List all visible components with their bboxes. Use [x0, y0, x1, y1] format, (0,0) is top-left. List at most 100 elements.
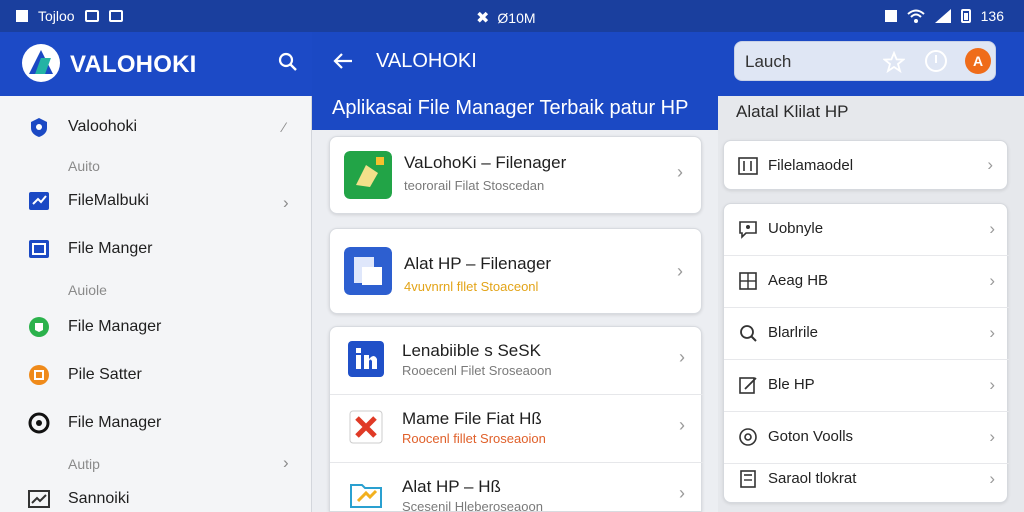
sidebar-item-label: FileMalbuki: [68, 192, 149, 209]
sidebar-item-file-manager[interactable]: File Manager: [0, 308, 312, 348]
app-card-title: Alat HP – Filenager: [404, 254, 552, 273]
tool-item[interactable]: Aeag HB ›: [724, 256, 1009, 308]
chevron-right-icon: ›: [989, 323, 995, 342]
list-item-title: Lenabiible s SeSK: [402, 341, 541, 360]
mute-icon: ✖: [476, 10, 490, 27]
chevron-right-icon: ›: [679, 415, 685, 435]
app-card-subtitle: teororail Filat Stoscedan: [404, 178, 545, 193]
favorite-icon[interactable]: [883, 51, 905, 73]
message-icon: [84, 10, 99, 22]
at-icon: [739, 428, 757, 446]
section-title: Aplikasai File Manager Terbaik patur HP: [332, 97, 689, 119]
status-bar: Tojloo ✖ Ø10M 136: [0, 0, 1024, 32]
list-item-title: Mame File Fiat Hß: [402, 409, 542, 428]
sidebar-section-label: Auito: [68, 158, 100, 174]
chevron-right-icon: ›: [283, 193, 289, 212]
section-header: Aplikasai File Manager Terbaik patur HP: [312, 96, 718, 130]
avatar[interactable]: A: [965, 48, 991, 74]
sidebar-item-label: File Manager: [68, 318, 162, 335]
list-item[interactable]: Alat HP – Hß Scesenil Hleberoseaoon ›: [330, 463, 703, 512]
logo-icon: [22, 44, 60, 82]
sidebar-item-label: Pile Satter: [68, 366, 142, 383]
history-icon[interactable]: [925, 50, 947, 72]
chevron-right-icon: ›: [989, 375, 995, 394]
tool-item[interactable]: Uobnyle ›: [724, 204, 1009, 256]
status-left-label: Tojloo: [38, 8, 75, 24]
orange-badge-icon: [29, 365, 49, 385]
photo-icon: [16, 10, 28, 22]
ring-icon: [28, 412, 50, 434]
tool-item[interactable]: Saraol tlokrat ›: [724, 454, 1009, 506]
list-item-subtitle: Scesenil Hleberoseaoon: [402, 499, 543, 512]
sidebar-item-pile-satter[interactable]: Pile Satter: [0, 356, 312, 396]
page-title: VALOHOKI: [376, 50, 477, 72]
green-file-icon: [344, 151, 392, 199]
app-card[interactable]: Alat HP – Filenager 4vuvnrnl fllet Stoac…: [329, 228, 702, 314]
gallery-icon: [108, 10, 123, 22]
sidebar-item-sannoiki[interactable]: Sannoiki: [0, 480, 312, 512]
chevron-right-icon[interactable]: ›: [283, 453, 289, 473]
shield-icon: [31, 118, 47, 137]
green-badge-icon: [29, 317, 49, 337]
sidebar-item-file-manger[interactable]: File Manger: [0, 230, 312, 270]
chevron-right-icon: ›: [677, 162, 683, 182]
grid-icon: [739, 272, 757, 290]
right-panel-title: Alatal Klilat HP: [736, 102, 849, 121]
calculator-icon: [740, 470, 756, 488]
tool-item-filelamaodel[interactable]: Filelamaodel ›: [723, 140, 1008, 190]
chevron-right-icon: ›: [679, 483, 685, 503]
tool-item-label: Saraol tlokrat: [768, 470, 857, 487]
sidebar-item-valoohoki[interactable]: Valoohoki ⁄: [0, 108, 312, 148]
brand-title: VALOHOKI: [70, 51, 197, 78]
sidebar-item-label: File Manager: [68, 414, 162, 431]
chevron-right-icon: ›: [989, 271, 995, 290]
linkedin-icon: [348, 341, 384, 377]
tool-item[interactable]: Blarlrile ›: [724, 308, 1009, 360]
sidebar-item-label: File Manger: [68, 240, 153, 257]
folder-icon: [29, 240, 49, 258]
tool-item-label: Blarlrile: [768, 324, 819, 341]
tool-item-label: Filelamaodel: [768, 157, 854, 174]
folder-icon: [350, 484, 382, 508]
back-arrow-icon[interactable]: [332, 50, 354, 72]
signal-icon: [934, 9, 951, 23]
tool-item-label: Ble HP: [768, 376, 815, 393]
notification-icon: [884, 10, 897, 22]
sidebar-item-file-manager-2[interactable]: File Manager: [0, 404, 312, 444]
tool-item-label: Uobnyle: [768, 220, 824, 237]
tool-item-label: Aeag HB: [768, 272, 829, 289]
edit-icon: [739, 377, 757, 394]
app-card-subtitle: 4vuvnrnl fllet Stoaceonl: [404, 279, 539, 294]
file-icon: [29, 192, 49, 210]
sidebar: Valoohoki ⁄ Auito FileMalbuki › File Man…: [0, 96, 312, 512]
chat-icon: [739, 221, 757, 239]
sliders-icon: [738, 157, 758, 175]
app-group: Lenabiible s SeSK Rooecenl Filet Sroseao…: [329, 326, 703, 512]
list-item[interactable]: Lenabiible s SeSK Rooecenl Filet Sroseao…: [330, 327, 703, 395]
sidebar-section-label: Auiole: [68, 282, 107, 298]
edit-icon: ⁄: [283, 119, 286, 135]
list-item-subtitle: Rooecenl Filet Sroseaoon: [402, 363, 552, 378]
sidebar-item-filemalbuki[interactable]: FileMalbuki ›: [0, 182, 312, 222]
search-box[interactable]: A: [734, 41, 996, 81]
chevron-right-icon: ›: [989, 427, 995, 446]
chevron-right-icon: ›: [677, 261, 683, 281]
chevron-right-icon: ›: [989, 219, 995, 238]
tools-list: Uobnyle › Aeag HB › Blarlrile › Ble HP ›…: [723, 203, 1009, 506]
chevron-right-icon: ›: [679, 347, 685, 367]
status-right-label: 136: [980, 8, 1004, 24]
chevron-right-icon: ›: [989, 469, 995, 488]
close-box-icon: [349, 410, 383, 444]
app-card[interactable]: VaLohoKi – Filenager teororail Filat Sto…: [329, 136, 702, 214]
search-icon[interactable]: [278, 52, 298, 72]
sidebar-section-label: Autip: [68, 456, 100, 472]
sidebar-item-label: Sannoiki: [68, 490, 130, 507]
tool-item[interactable]: Ble HP ›: [724, 360, 1009, 412]
search-input[interactable]: [745, 50, 865, 74]
tool-item-label: Goton Voolls: [768, 428, 854, 445]
list-item-title: Alat HP – Hß: [402, 477, 501, 496]
chevron-right-icon: ›: [987, 155, 993, 174]
status-center-label: Ø10M: [497, 10, 536, 26]
list-item-subtitle: Roocenl fillet Sroseaoion: [402, 431, 546, 446]
list-item[interactable]: Mame File Fiat Hß Roocenl fillet Sroseao…: [330, 395, 703, 463]
